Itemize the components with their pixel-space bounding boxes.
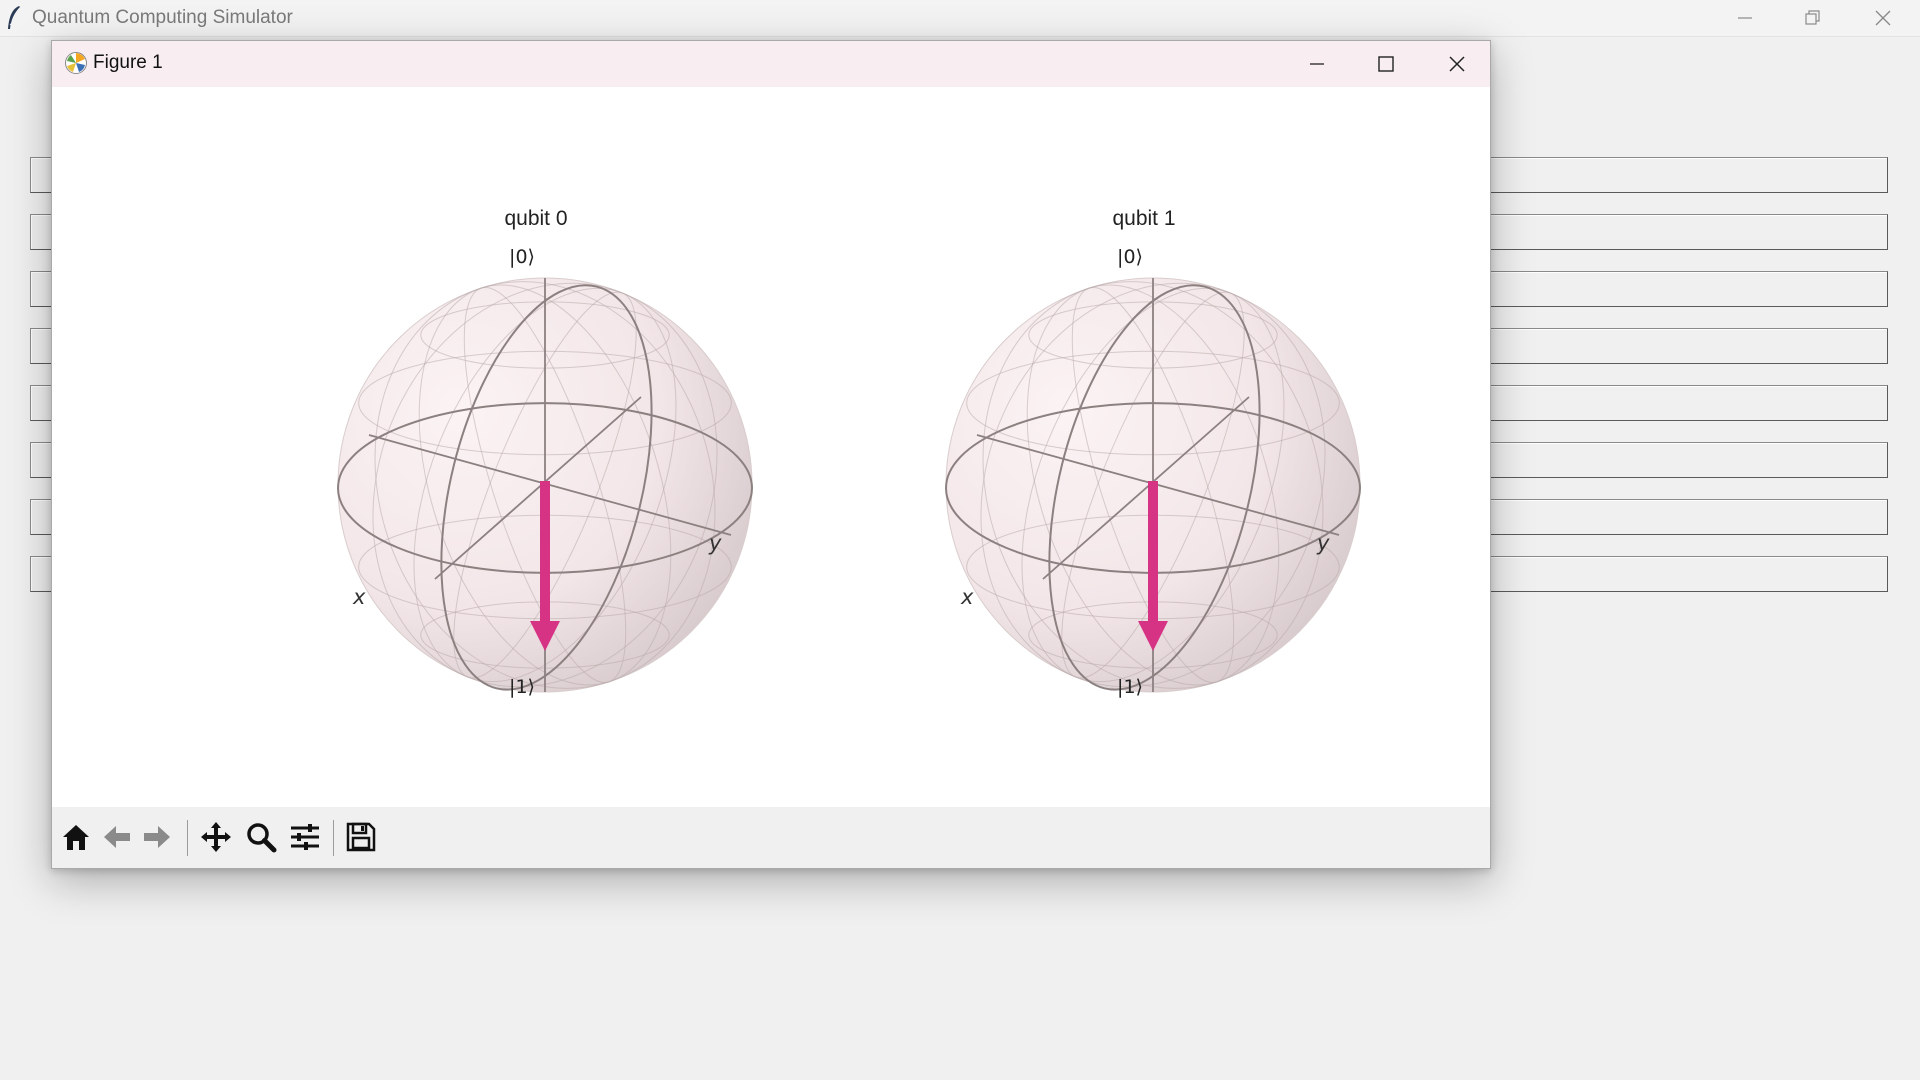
toolbar-separator [333,820,334,856]
home-icon [63,825,89,850]
toolbar-separator [187,820,188,856]
zoom-button[interactable] [242,819,280,855]
close-icon [1875,10,1891,26]
x-axis-label: x [961,585,974,609]
minimize-button[interactable] [1710,0,1780,36]
bloch-sphere-qubit-1 [945,277,1361,693]
save-button[interactable] [342,819,380,855]
close-icon [1449,56,1465,72]
figure-close-button[interactable] [1422,41,1492,87]
maximize-icon [1378,56,1394,72]
figure-title: Figure 1 [93,52,163,73]
minimize-icon [1310,63,1324,65]
figure-minimize-button[interactable] [1282,41,1352,87]
plot-canvas[interactable]: qubit 0 |0⟩ |1⟩ x y qubit 1 |0⟩ |1⟩ x y [52,87,1490,807]
ket-one-label: |1⟩ [1117,676,1143,698]
save-icon [346,822,376,852]
configure-subplots-icon [291,824,319,850]
forward-button[interactable] [138,819,176,855]
home-button[interactable] [57,819,95,855]
figure-window: Figure 1 qubit 0 |0⟩ |1⟩ x y qubit 1 |0⟩… [51,40,1491,869]
back-arrow-icon [104,826,130,848]
zoom-icon [247,823,277,853]
restore-icon [1805,10,1820,25]
forward-arrow-icon [144,826,170,848]
pan-icon [201,822,231,852]
x-axis-label: x [353,585,366,609]
y-axis-label: y [1317,531,1330,555]
matplotlib-icon [65,52,87,74]
figure-maximize-button[interactable] [1351,41,1421,87]
pan-button[interactable] [197,819,235,855]
app-title: Quantum Computing Simulator [32,7,293,28]
minimize-icon [1738,17,1752,19]
figure-titlebar: Figure 1 [52,41,1490,87]
ket-one-label: |1⟩ [509,676,535,698]
restore-button[interactable] [1778,0,1848,36]
back-button[interactable] [98,819,136,855]
app-titlebar: Quantum Computing Simulator [0,0,1920,37]
feather-icon [8,6,20,29]
navigation-toolbar [52,807,1490,868]
configure-subplots-button[interactable] [286,819,324,855]
close-button[interactable] [1848,0,1918,36]
